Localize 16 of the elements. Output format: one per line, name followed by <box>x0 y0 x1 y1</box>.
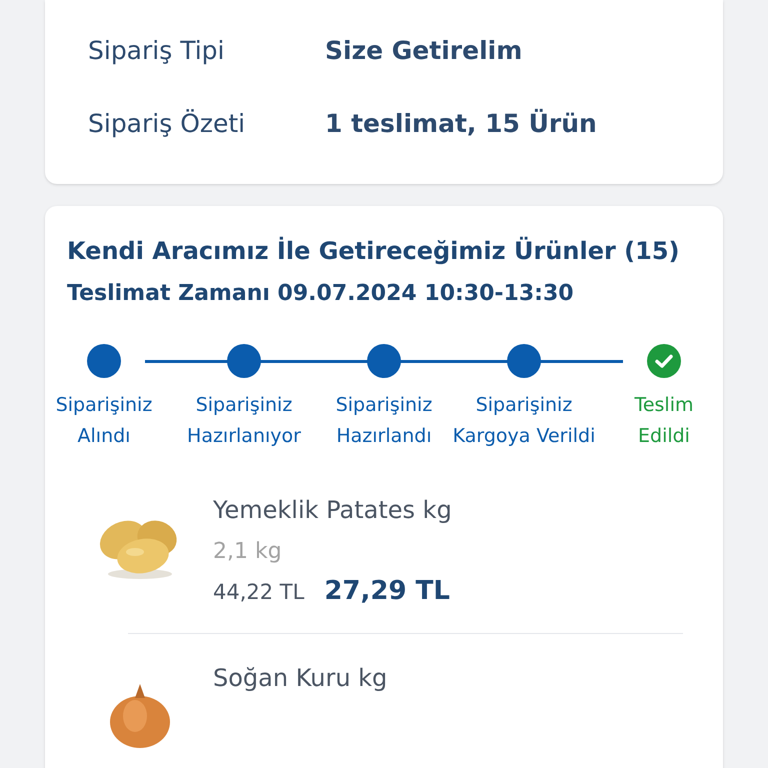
info-label: Sipariş Tipi <box>88 34 226 67</box>
product-price: 27,29 TL <box>324 575 450 608</box>
info-value: Size Getirelim <box>325 34 522 67</box>
step-label: Siparişiniz Alındı <box>56 393 152 449</box>
product-name: Soğan Kuru kg <box>213 663 388 694</box>
old-price: 44,22 TL <box>213 579 304 606</box>
step-label: Siparişiniz Hazırlandı <box>336 393 432 449</box>
step-label: Teslim Edildi <box>634 393 694 449</box>
delivery-title: Kendi Aracımız İle Getireceğimiz Ürünler (15) <box>67 236 680 267</box>
product-quantity: 2,1 kg <box>213 538 283 566</box>
info-label: Sipariş Özeti <box>88 108 246 140</box>
info-value: 1 teslimat, 15 Ürün <box>325 108 597 140</box>
delivery-time: Teslimat Zamanı 09.07.2024 10:30-13:30 <box>67 280 575 308</box>
step-label: Siparişiniz Hazırlanıyor <box>187 393 301 449</box>
product-name: Yemeklik Patates kg <box>213 495 452 526</box>
step-label: Siparişiniz Kargoya Verildi <box>452 393 596 449</box>
